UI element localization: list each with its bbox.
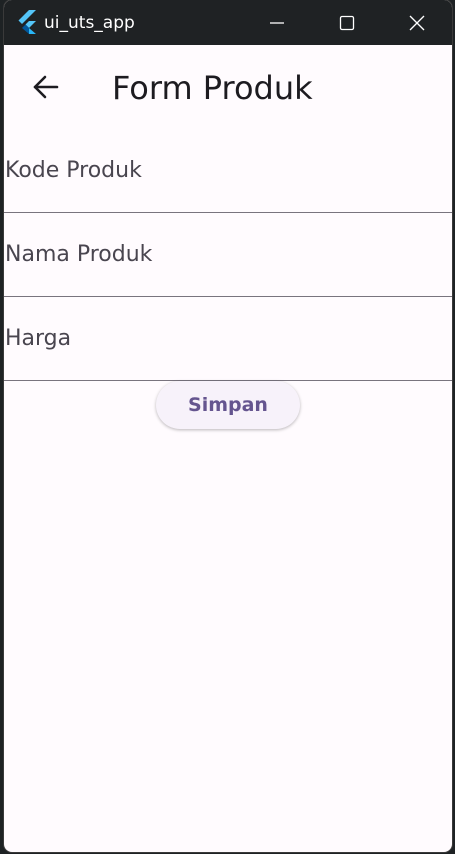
harga-input[interactable] [4,297,452,380]
close-button[interactable] [394,0,440,45]
harga-field[interactable] [4,297,452,381]
back-button[interactable] [26,67,66,107]
page-title: Form Produk [112,69,313,107]
nama-produk-input[interactable] [4,213,452,296]
minimize-button[interactable] [254,0,300,45]
title-bar[interactable]: ui_uts_app [4,0,452,45]
maximize-icon [339,15,355,30]
nama-produk-field[interactable] [4,213,452,297]
minimize-icon [270,21,284,24]
maximize-button[interactable] [324,0,370,45]
app-window: ui_uts_app Form Produk Kode Produk Nama … [4,0,452,852]
kode-produk-input[interactable] [4,129,452,212]
flutter-logo-icon [18,10,36,34]
app-bar: Form Produk [4,45,452,133]
arrow-left-icon [33,75,59,99]
close-icon [409,15,425,30]
save-button[interactable]: Simpan [156,381,300,429]
window-title: ui_uts_app [44,13,135,33]
kode-produk-field[interactable] [4,129,452,213]
